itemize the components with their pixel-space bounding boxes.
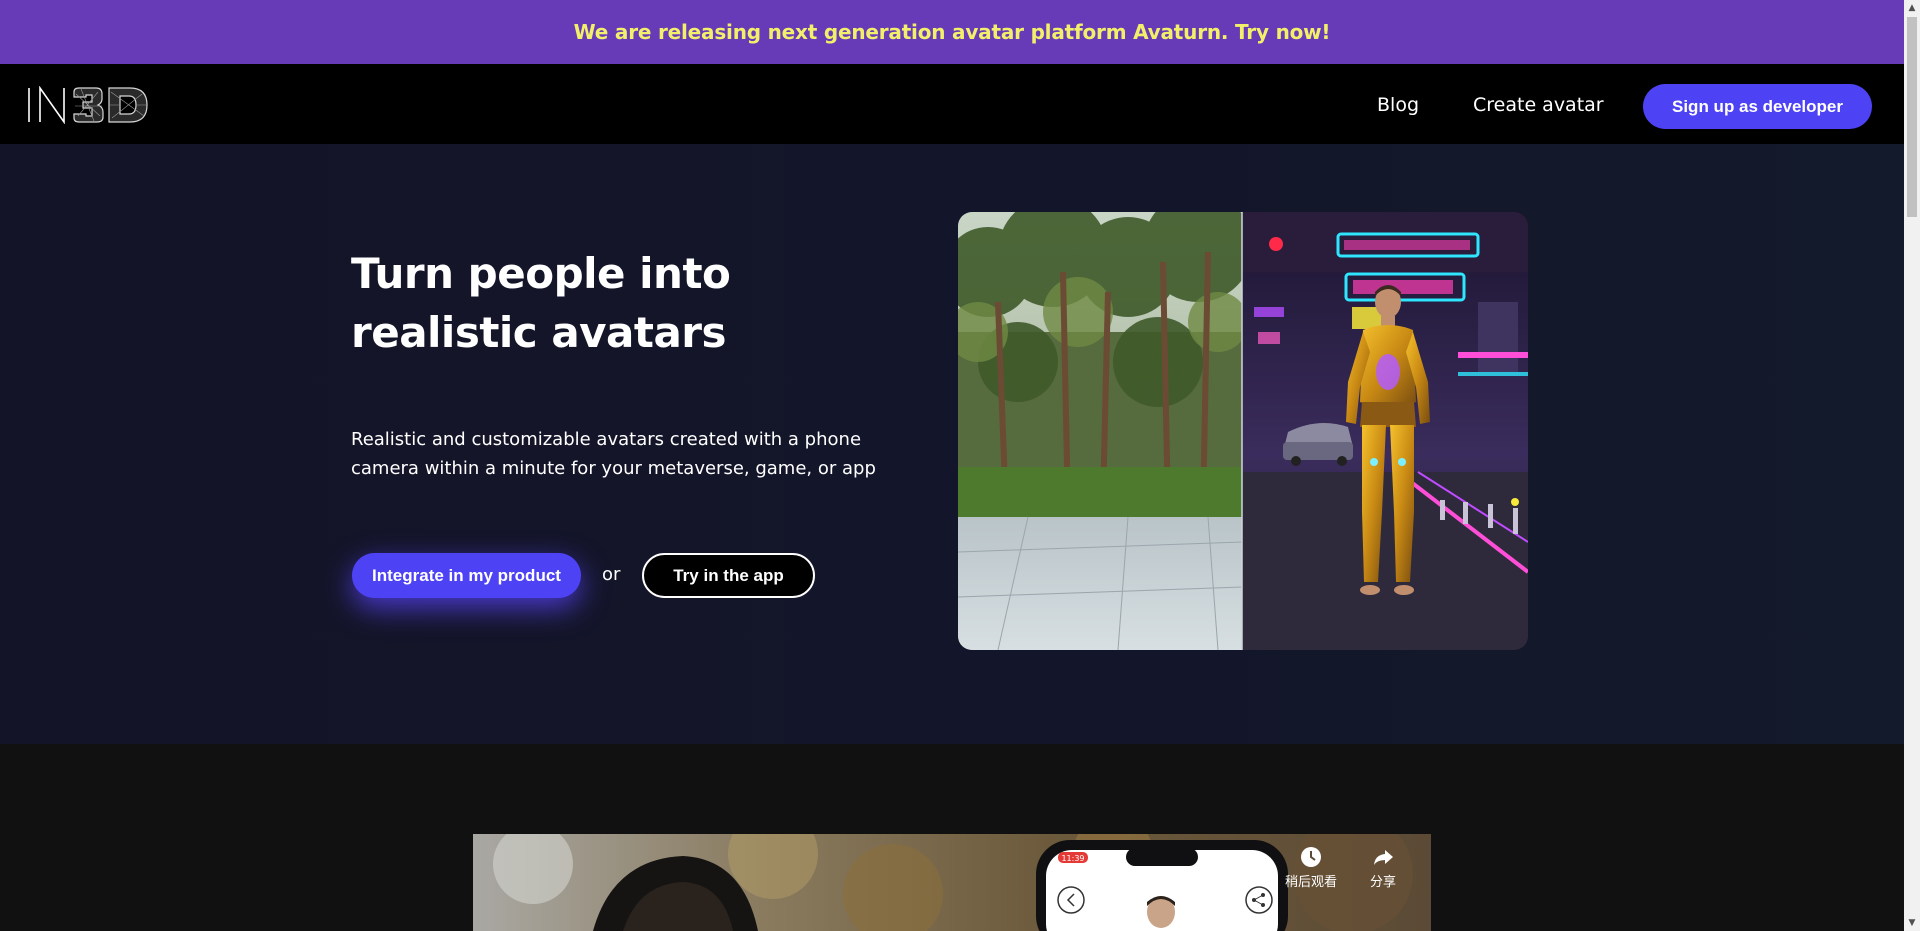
watch-later-label: 稍后观看: [1285, 875, 1338, 890]
hero-title: Turn people into realistic avatars: [351, 249, 731, 357]
or-separator: or: [602, 564, 621, 585]
signup-developer-button[interactable]: Sign up as developer: [1643, 84, 1872, 129]
site-header: Blog Create avatar Sign up as developer: [0, 64, 1904, 144]
watch-later-control[interactable]: 稍后观看: [1285, 845, 1337, 890]
share-icon: [1374, 850, 1393, 865]
hero-section: Turn people into realistic avatars Reali…: [0, 144, 1904, 744]
logo-graphic: [28, 85, 148, 125]
scrollbar-thumb[interactable]: [1907, 17, 1917, 217]
nav-create-avatar-link[interactable]: Create avatar: [1473, 94, 1604, 116]
phone-time: 11:39: [1061, 854, 1084, 863]
integrate-product-button[interactable]: Integrate in my product: [352, 553, 581, 598]
hero-subtitle: Realistic and customizable avatars creat…: [351, 429, 876, 479]
try-in-app-button[interactable]: Try in the app: [642, 553, 815, 598]
triangle-down-icon[interactable]: ▼: [1904, 915, 1920, 931]
announcement-banner[interactable]: We are releasing next generation avatar …: [0, 0, 1904, 64]
announcement-text[interactable]: We are releasing next generation avatar …: [574, 20, 1331, 44]
share-label: 分享: [1370, 875, 1397, 890]
in3d-logo[interactable]: [26, 85, 150, 125]
triangle-up-icon[interactable]: ▲: [1904, 0, 1920, 16]
hero-comparison-image: [958, 212, 1528, 650]
video-section: 11:39 稍后观看 分享: [0, 744, 1904, 931]
page-scrollbar[interactable]: ▲ ▼: [1904, 0, 1920, 931]
nav-blog-link[interactable]: Blog: [1377, 94, 1419, 116]
share-control[interactable]: 分享: [1370, 845, 1396, 890]
clock-icon: [1301, 847, 1321, 867]
hero-illustration: [958, 212, 1528, 650]
